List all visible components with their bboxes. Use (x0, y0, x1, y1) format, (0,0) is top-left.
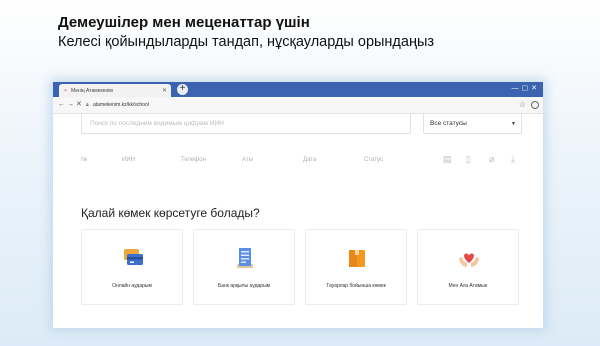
goods-help-card[interactable]: Тауарлар бойынша көмек (305, 229, 407, 305)
status-select-value: Все статусы (430, 120, 467, 127)
ayaz-ata-card[interactable]: Мен Аяз Атамын (417, 229, 519, 305)
column-header-number: № (81, 157, 88, 163)
tab-title: Менің Атамекенім (71, 88, 113, 94)
slide-subtitle: Келесі қойындыларды тандап, нұсқауларды … (58, 34, 435, 50)
card-label: Мен Аяз Атамын (448, 283, 488, 289)
search-input[interactable]: Поиск по последним видимым цифрам ИИН (81, 114, 411, 134)
status-select[interactable]: Все статусы ▼ (423, 114, 522, 134)
column-header-name: Аты (242, 157, 253, 163)
card-label: Тауарлар бойынша көмек (326, 283, 386, 289)
address-bar[interactable]: atamekenim.kz/kk/school (93, 102, 149, 108)
browser-toolbar: ← → ✕ 🔒︎ atamekenim.kz/kk/school ☆ (53, 97, 543, 114)
online-transfer-card[interactable]: Онлайн аударым (81, 229, 183, 305)
package-icon (349, 250, 365, 267)
download-icon[interactable]: ⤓ (511, 154, 515, 165)
attach-icon[interactable]: ⌀ (489, 154, 494, 165)
back-icon[interactable]: ← (58, 101, 65, 109)
credit-card-icon (124, 249, 143, 265)
column-header-phone: Телефон (181, 157, 206, 163)
delete-icon[interactable]: ▯ (466, 154, 471, 165)
card-label: Банк арқылы аударым (217, 283, 271, 289)
favicon-icon: ⌄ (63, 87, 69, 93)
bookmark-star-icon[interactable]: ☆ (519, 100, 526, 109)
excel-export-icon[interactable]: ▤ (443, 154, 452, 165)
forward-icon[interactable]: → (67, 101, 74, 109)
column-header-status: Статус (364, 157, 383, 163)
heart-hands-icon (459, 253, 479, 267)
slide-title: Демеушілер мен меценаттар үшін (58, 14, 310, 31)
profile-icon[interactable] (531, 101, 539, 109)
close-tab-icon[interactable]: ✕ (162, 87, 167, 94)
tab-bar: ⌄ Менің Атамекенім ✕ + —▢✕ (53, 82, 543, 97)
lock-icon: 🔒︎ (86, 102, 89, 108)
chevron-down-icon: ▼ (511, 121, 516, 127)
card-label: Онлайн аударым (112, 283, 152, 289)
column-header-date: Дата (303, 157, 317, 163)
new-tab-button[interactable]: + (177, 84, 188, 95)
browser-window: ⌄ Менің Атамекенім ✕ + —▢✕ ← → ✕ 🔒︎ atam… (53, 82, 543, 328)
browser-tab[interactable]: ⌄ Менің Атамекенім ✕ (59, 84, 171, 97)
window-controls[interactable]: —▢✕ (512, 84, 540, 92)
column-header-iin: ИИН (122, 157, 135, 163)
stop-icon[interactable]: ✕ (76, 101, 82, 109)
help-section-title: Қалай көмек көрсетуге болады? (81, 206, 260, 220)
bank-transfer-card[interactable]: Банк арқылы аударым (193, 229, 295, 305)
receipt-icon (237, 248, 253, 268)
